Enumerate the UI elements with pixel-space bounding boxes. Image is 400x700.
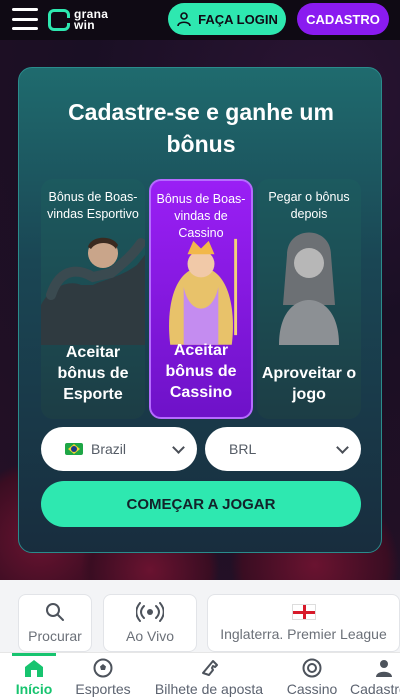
quick-nav: Procurar Ao Vivo Inglaterra. Premier Lea… xyxy=(0,580,400,652)
nav-label-home: Início xyxy=(15,681,53,697)
login-button[interactable]: FAÇA LOGIN xyxy=(168,3,286,35)
nav-item-home[interactable]: Início xyxy=(12,653,56,700)
bonus-card-casino-bottom: Aceitar bônus de Cassino xyxy=(165,342,237,401)
live-broadcast-icon xyxy=(136,602,164,622)
nav-item-signup[interactable]: Cadastro xyxy=(350,653,400,700)
modal-title: Cadastre-se e ganhe um bônus xyxy=(68,99,334,157)
login-label: FAÇA LOGIN xyxy=(198,11,278,27)
league-label: Inglaterra. Premier League xyxy=(220,626,387,642)
bonus-card-sports-top: Bônus de Boas-vindas Esportivo xyxy=(47,190,139,221)
goddess-image xyxy=(169,238,238,345)
home-icon xyxy=(25,660,43,677)
top-header: grana win FAÇA LOGIN CADASTRO xyxy=(0,0,400,40)
chevron-down-icon xyxy=(336,441,349,454)
search-icon xyxy=(46,603,64,621)
start-playing-label: COMEÇAR A JOGAR xyxy=(126,495,276,513)
logo-mark-icon xyxy=(48,9,70,31)
nav-label-casino: Cassino xyxy=(286,681,338,697)
brazil-flag-icon xyxy=(65,443,83,455)
start-playing-button[interactable]: COMEÇAR A JOGAR xyxy=(41,481,361,527)
nav-item-betslip[interactable]: Bilhete de aposta xyxy=(144,653,274,700)
bottom-nav: Início Esportes Bilhete de aposta Cassin… xyxy=(0,652,400,700)
woman-image xyxy=(279,232,339,345)
country-select[interactable]: Brazil xyxy=(41,427,197,471)
nav-item-casino[interactable]: Cassino xyxy=(282,653,342,700)
search-button[interactable]: Procurar xyxy=(18,594,92,652)
soccer-ball-icon xyxy=(93,658,113,678)
nav-label-signup: Cadastro xyxy=(350,681,400,697)
user-icon xyxy=(177,12,191,27)
ticket-icon xyxy=(202,660,218,676)
bonus-card-casino[interactable]: Bônus de Boas-vindas de Cassino Aceitar … xyxy=(149,179,253,419)
chevron-down-icon xyxy=(172,441,185,454)
bonus-card-later-top: Pegar o bônus depois xyxy=(268,190,350,221)
search-label: Procurar xyxy=(28,628,82,644)
bonus-card-sports-bottom: Aceitar bônus de Esporte xyxy=(57,344,129,403)
bonus-card-later-bottom: Aproveitar o jogo xyxy=(261,365,357,403)
casino-chip-icon xyxy=(302,658,322,678)
signup-button[interactable]: CADASTRO xyxy=(297,3,389,35)
menu-icon[interactable] xyxy=(12,8,38,30)
england-flag-icon xyxy=(291,604,316,620)
nav-label-sports: Esportes xyxy=(75,681,131,697)
live-button[interactable]: Ao Vivo xyxy=(103,594,197,652)
nav-item-sports[interactable]: Esportes xyxy=(70,653,136,700)
currency-value: BRL xyxy=(229,441,257,457)
bonus-card-later[interactable]: Pegar o bônus depois Aproveitar o jogo xyxy=(257,179,361,419)
live-label: Ao Vivo xyxy=(126,628,174,644)
league-button[interactable]: Inglaterra. Premier League xyxy=(207,594,400,652)
logo-text-line2: win xyxy=(74,18,95,32)
nav-label-betslip: Bilhete de aposta xyxy=(154,681,264,697)
bonus-card-sports[interactable]: Bônus de Boas-vindas Esportivo Aceitar b… xyxy=(41,179,145,419)
logo[interactable]: grana win xyxy=(48,4,108,36)
country-value: Brazil xyxy=(91,441,127,457)
signup-label: CADASTRO xyxy=(306,11,380,27)
signup-bonus-modal: Cadastre-se e ganhe um bônus Bônus de Bo… xyxy=(18,67,382,553)
currency-select[interactable]: BRL xyxy=(205,427,361,471)
footballer-image xyxy=(41,237,145,345)
user-icon xyxy=(376,660,392,677)
